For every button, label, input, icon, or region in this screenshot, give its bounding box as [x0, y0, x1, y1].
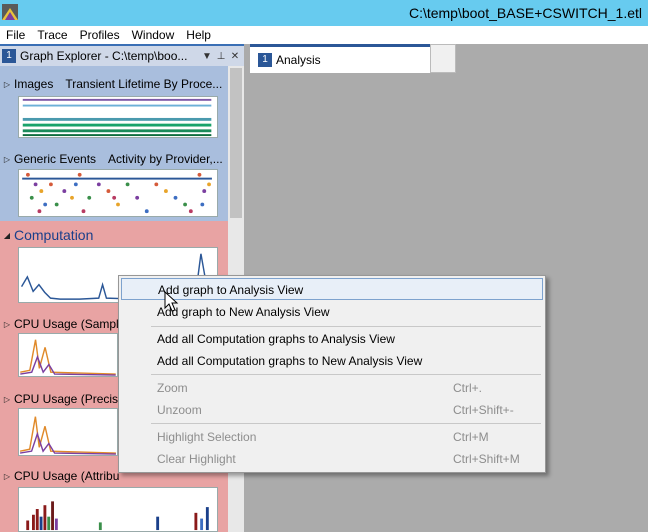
- menu-profiles[interactable]: Profiles: [74, 26, 126, 44]
- menu-bar: File Trace Profiles Window Help: [0, 26, 648, 44]
- section-generic-events[interactable]: ▷ Generic Events Activity by Provider,..…: [0, 141, 228, 221]
- expand-icon[interactable]: ▷: [0, 320, 14, 329]
- graph-thumbnail[interactable]: [18, 487, 218, 532]
- shortcut-text: Ctrl+Shift+-: [453, 403, 514, 417]
- new-tab-area[interactable]: [430, 44, 456, 73]
- graph-thumbnail[interactable]: [18, 96, 218, 138]
- menu-add-all-computation-to-analysis-view[interactable]: Add all Computation graphs to Analysis V…: [121, 328, 543, 350]
- close-icon[interactable]: ✕: [228, 51, 242, 62]
- menu-clear-highlight[interactable]: Clear Highlight Ctrl+Shift+M: [121, 448, 543, 470]
- tab-number-badge: 1: [258, 53, 272, 67]
- section-images[interactable]: ▷ Images Transient Lifetime By Proce...: [0, 66, 228, 141]
- section-label: Generic Events: [14, 152, 97, 166]
- section-label: Computation: [14, 227, 94, 243]
- shortcut-text: Ctrl+.: [453, 381, 483, 395]
- app-icon: [2, 4, 18, 20]
- collapse-icon[interactable]: ◢: [0, 231, 14, 240]
- expand-icon[interactable]: ▷: [0, 472, 14, 481]
- graph-thumbnail[interactable]: [18, 408, 118, 456]
- menu-separator: [151, 423, 541, 424]
- menu-help[interactable]: Help: [180, 26, 217, 44]
- menu-add-all-computation-to-new-analysis-view[interactable]: Add all Computation graphs to New Analys…: [121, 350, 543, 372]
- graph-thumbnail[interactable]: [18, 169, 218, 217]
- shortcut-text: Ctrl+M: [453, 430, 489, 444]
- menu-highlight-selection[interactable]: Highlight Selection Ctrl+M: [121, 426, 543, 448]
- tab-analysis[interactable]: 1 Analysis: [250, 44, 430, 73]
- section-label: CPU Usage (Attribu: [14, 469, 120, 483]
- menu-separator: [151, 374, 541, 375]
- pin-icon[interactable]: ⊥: [214, 51, 228, 62]
- section-label: CPU Usage (Precise: [14, 392, 125, 406]
- preset-label: Activity by Provider,...: [108, 152, 223, 166]
- menu-window[interactable]: Window: [126, 26, 181, 44]
- menu-add-graph-to-analysis-view[interactable]: Add graph to Analysis View: [121, 278, 543, 300]
- menu-add-graph-to-new-analysis-view[interactable]: Add graph to New Analysis View: [121, 301, 543, 323]
- dropdown-icon[interactable]: ▼: [200, 51, 214, 62]
- expand-icon[interactable]: ▷: [0, 80, 14, 89]
- window-title: C:\temp\boot_BASE+CSWITCH_1.etl: [408, 5, 642, 21]
- expand-icon[interactable]: ▷: [0, 155, 14, 164]
- context-menu: Add graph to Analysis View Add graph to …: [118, 275, 546, 473]
- menu-unzoom[interactable]: Unzoom Ctrl+Shift+-: [121, 399, 543, 421]
- tab-label: Analysis: [276, 53, 321, 67]
- menu-trace[interactable]: Trace: [31, 26, 73, 44]
- menu-separator: [151, 326, 541, 327]
- expand-icon[interactable]: ▷: [0, 395, 14, 404]
- title-bar: C:\temp\boot_BASE+CSWITCH_1.etl: [0, 0, 648, 26]
- explorer-title: Graph Explorer - C:\temp\boo...: [20, 49, 188, 63]
- section-label: CPU Usage (Sampl: [14, 317, 119, 331]
- shortcut-text: Ctrl+Shift+M: [453, 452, 520, 466]
- menu-zoom[interactable]: Zoom Ctrl+.: [121, 377, 543, 399]
- mouse-cursor-icon: [164, 291, 179, 312]
- menu-file[interactable]: File: [0, 26, 31, 44]
- graph-explorer-header: 1 Graph Explorer - C:\temp\boo... ▼ ⊥ ✕: [0, 44, 244, 66]
- preset-label: Transient Lifetime By Proce...: [65, 77, 223, 91]
- explorer-number-badge: 1: [2, 49, 16, 63]
- scrollbar-thumb[interactable]: [230, 68, 242, 218]
- graph-thumbnail[interactable]: [18, 333, 118, 377]
- section-label: Images: [14, 77, 54, 91]
